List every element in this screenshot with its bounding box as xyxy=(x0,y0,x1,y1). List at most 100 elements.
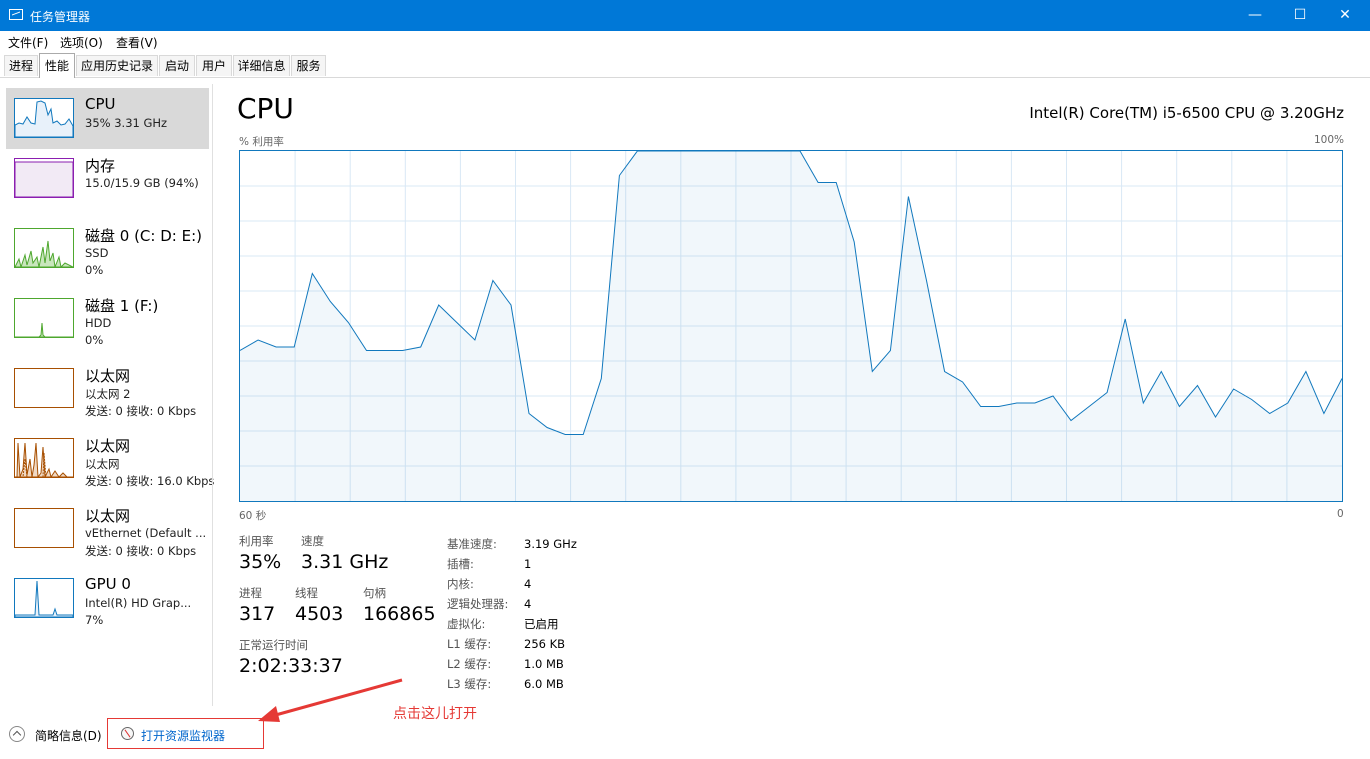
sidebar-item-detail2: 7% xyxy=(85,613,104,627)
memory-mini-graph xyxy=(14,158,74,198)
resource-sidebar: CPU 35% 3.31 GHz 内存 15.0/15.9 GB (94%) 磁… xyxy=(0,78,214,706)
sidebar-item-detail: 以太网 2 xyxy=(85,387,131,401)
utilization-value: 35% xyxy=(239,551,282,573)
sidebar-item-detail2: 发送: 0 接收: 0 Kbps xyxy=(85,544,197,558)
maximize-button[interactable]: ☐ xyxy=(1277,0,1323,31)
cpu-model: Intel(R) Core(TM) i5-6500 CPU @ 3.20GHz xyxy=(1029,104,1344,122)
tab-details[interactable]: 详细信息 xyxy=(233,55,290,76)
processes-value: 317 xyxy=(239,603,276,625)
sidebar-item-name: 以太网 xyxy=(85,437,131,455)
sidebar-item-name: 磁盘 1 (F:) xyxy=(85,297,159,315)
tab-performance[interactable]: 性能 xyxy=(39,53,75,78)
spec-key: L1 缓存: xyxy=(447,637,492,651)
cpu-utilization-graph xyxy=(239,150,1343,502)
graph-x-right: 0 xyxy=(1337,508,1344,520)
annotation-text: 点击这儿打开 xyxy=(393,706,477,722)
sidebar-item-cpu[interactable]: CPU 35% 3.31 GHz xyxy=(6,88,209,149)
tab-users[interactable]: 用户 xyxy=(196,55,232,76)
sidebar-item-detail: Intel(R) HD Grap... xyxy=(85,596,192,610)
spec-key: L2 缓存: xyxy=(447,657,492,671)
minimize-button[interactable]: — xyxy=(1232,0,1278,31)
sidebar-item-name: 磁盘 0 (C: D: E:) xyxy=(85,227,202,245)
sidebar-item-gpu0[interactable]: GPU 0 Intel(R) HD Grap... 7% xyxy=(6,568,209,629)
sidebar-item-name: 以太网 xyxy=(85,507,131,525)
sidebar-item-name: CPU xyxy=(85,95,116,113)
graph-y-label: % 利用率 xyxy=(239,136,284,148)
spec-value: 1 xyxy=(524,557,532,571)
vethernet-mini-graph xyxy=(14,508,74,548)
chevron-up-icon[interactable] xyxy=(9,726,25,742)
tab-bar: 进程 性能 应用历史记录 启动 用户 详细信息 服务 xyxy=(0,53,1370,78)
sidebar-item-detail2: 0% xyxy=(85,263,104,277)
speed-label: 速度 xyxy=(301,534,324,548)
sidebar-item-ethernet2[interactable]: 以太网 以太网 2 发送: 0 接收: 0 Kbps xyxy=(6,358,209,419)
sidebar-item-detail: 以太网 xyxy=(85,457,120,471)
open-resource-monitor-link[interactable]: 打开资源监视器 xyxy=(141,727,225,744)
sidebar-item-disk1[interactable]: 磁盘 1 (F:) HDD 0% xyxy=(6,288,209,349)
tab-app-history[interactable]: 应用历史记录 xyxy=(76,55,158,76)
window-title: 任务管理器 xyxy=(30,10,91,24)
disk0-mini-graph xyxy=(14,228,74,268)
sidebar-item-memory[interactable]: 内存 15.0/15.9 GB (94%) xyxy=(6,148,209,209)
sidebar-item-detail: 15.0/15.9 GB (94%) xyxy=(85,176,199,190)
close-button[interactable]: ✕ xyxy=(1322,0,1368,31)
spec-key: 内核: xyxy=(447,577,474,591)
menu-bar: 文件(F) 选项(O) 查看(V) xyxy=(0,31,1370,51)
sidebar-item-detail2: 发送: 0 接收: 16.0 Kbps xyxy=(85,474,215,488)
sidebar-item-detail: vEthernet (Default ... xyxy=(85,526,207,540)
spec-key: L3 缓存: xyxy=(447,677,492,691)
sidebar-item-disk0[interactable]: 磁盘 0 (C: D: E:) SSD 0% xyxy=(6,218,209,279)
tab-processes[interactable]: 进程 xyxy=(4,55,38,76)
threads-label: 线程 xyxy=(295,586,318,600)
handles-label: 句柄 xyxy=(363,586,386,600)
uptime-label: 正常运行时间 xyxy=(239,638,308,652)
sidebar-item-name: GPU 0 xyxy=(85,575,131,593)
menu-file[interactable]: 文件(F) xyxy=(8,34,48,51)
graph-x-left: 60 秒 xyxy=(239,510,267,522)
menu-options[interactable]: 选项(O) xyxy=(60,34,103,51)
threads-value: 4503 xyxy=(295,603,344,625)
sidebar-divider xyxy=(212,84,213,706)
sidebar-item-detail: HDD xyxy=(85,316,112,330)
cpu-graph-svg xyxy=(240,151,1342,501)
spec-key: 逻辑处理器: xyxy=(447,597,509,611)
speed-value: 3.31 GHz xyxy=(301,551,389,573)
resource-monitor-icon[interactable] xyxy=(121,727,134,740)
tab-services[interactable]: 服务 xyxy=(291,55,326,76)
spec-value: 1.0 MB xyxy=(524,657,564,671)
sidebar-item-detail2: 发送: 0 接收: 0 Kbps xyxy=(85,404,197,418)
annotation-arrow-icon xyxy=(258,678,403,722)
handles-value: 166865 xyxy=(363,603,436,625)
menu-view[interactable]: 查看(V) xyxy=(116,34,158,51)
sidebar-item-detail: 35% 3.31 GHz xyxy=(85,116,168,130)
spec-value: 6.0 MB xyxy=(524,677,564,691)
disk1-mini-graph xyxy=(14,298,74,338)
task-manager-icon xyxy=(9,9,23,20)
sidebar-item-detail2: 0% xyxy=(85,333,104,347)
ethernet-mini-graph xyxy=(14,438,74,478)
ethernet2-mini-graph xyxy=(14,368,74,408)
sidebar-item-detail: SSD xyxy=(85,246,109,260)
title-bar[interactable]: 任务管理器 — ☐ ✕ xyxy=(0,0,1370,31)
spec-value: 3.19 GHz xyxy=(524,537,577,551)
sidebar-item-ethernet[interactable]: 以太网 以太网 发送: 0 接收: 16.0 Kbps xyxy=(6,428,214,489)
fewer-details-link[interactable]: 简略信息(D) xyxy=(35,727,102,744)
spec-key: 虚拟化: xyxy=(447,617,486,631)
graph-y-max: 100% xyxy=(1313,134,1344,146)
utilization-label: 利用率 xyxy=(239,534,274,548)
spec-key: 插槽: xyxy=(447,557,474,571)
spec-value: 已启用 xyxy=(524,617,559,631)
uptime-value: 2:02:33:37 xyxy=(239,655,343,677)
sidebar-item-name: 以太网 xyxy=(85,367,131,385)
cpu-mini-graph xyxy=(14,98,74,138)
sidebar-item-name: 内存 xyxy=(85,157,116,175)
spec-value: 4 xyxy=(524,577,532,591)
processes-label: 进程 xyxy=(239,586,262,600)
page-title: CPU xyxy=(237,92,294,125)
gpu-mini-graph xyxy=(14,578,74,618)
tab-startup[interactable]: 启动 xyxy=(159,55,195,76)
spec-key: 基准速度: xyxy=(447,537,497,551)
spec-value: 4 xyxy=(524,597,532,611)
sidebar-item-vethernet[interactable]: 以太网 vEthernet (Default ... 发送: 0 接收: 0 K… xyxy=(6,498,209,559)
spec-value: 256 KB xyxy=(524,637,566,651)
